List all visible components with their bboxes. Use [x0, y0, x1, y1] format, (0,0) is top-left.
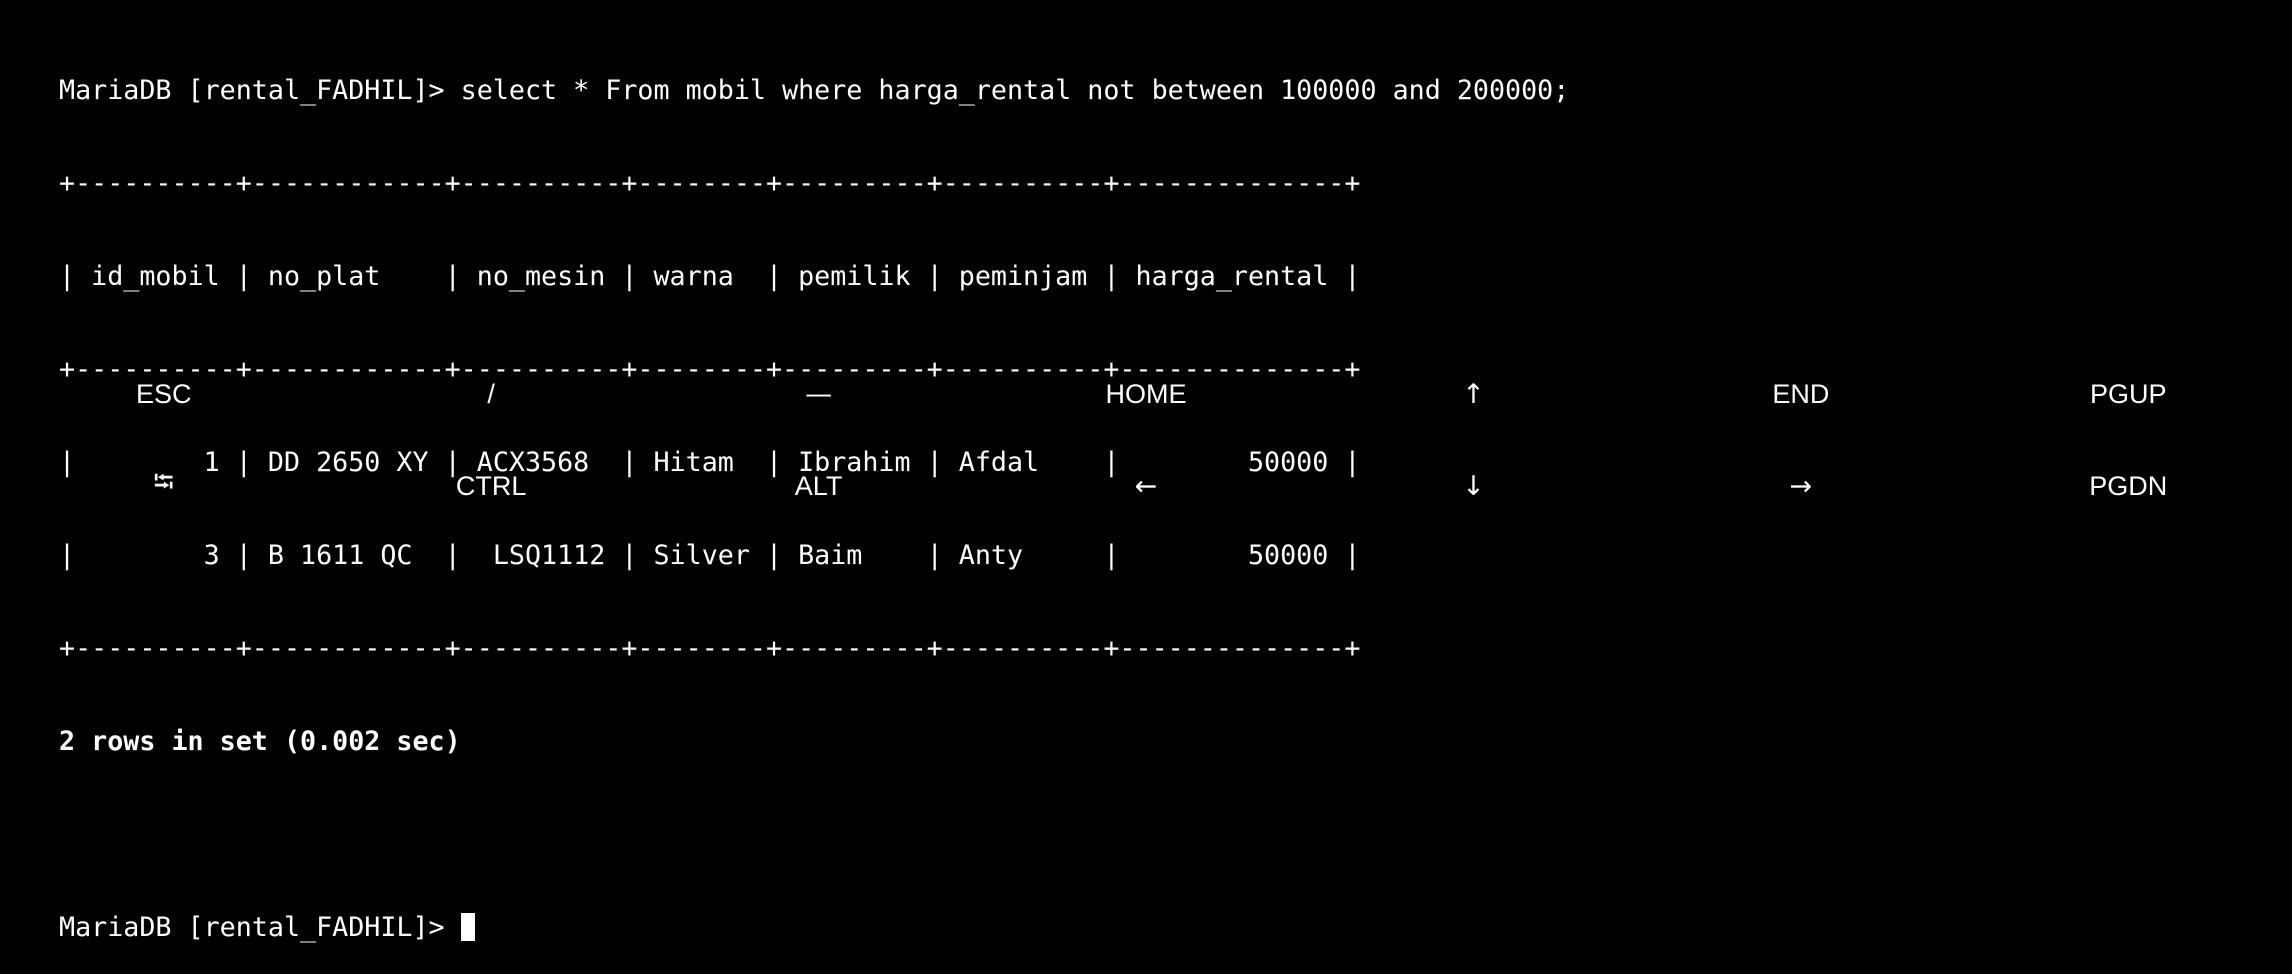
prompt-text: MariaDB [rental_FADHIL]> [59, 912, 461, 943]
home-key[interactable]: HOME [982, 348, 1309, 440]
table-border-bottom: +----------+------------+----------+----… [59, 633, 1361, 664]
arrow-up-icon[interactable]: ↑ [1310, 348, 1637, 440]
tab-icon[interactable]: ⭾ [0, 440, 327, 532]
arrow-down-icon[interactable]: ↓ [1310, 440, 1637, 532]
extra-keys-bar: ESC / — HOME ↑ END PGUP ⭾ CTRL ALT ← ↓ →… [0, 348, 2292, 532]
page-up-key[interactable]: PGUP [1965, 348, 2292, 440]
prompt-line[interactable]: MariaDB [rental_FADHIL]> [59, 912, 2259, 943]
arrow-right-icon[interactable]: → [1637, 440, 1964, 532]
page-down-key[interactable]: PGDN [1965, 440, 2292, 532]
text-cursor [460, 913, 475, 941]
table-border-top: +----------+------------+----------+----… [59, 168, 1361, 199]
ctrl-key[interactable]: CTRL [327, 440, 654, 532]
alt-key[interactable]: ALT [655, 440, 982, 532]
command-line: MariaDB [rental_FADHIL]> select * From m… [59, 75, 1570, 106]
end-key[interactable]: END [1637, 348, 1964, 440]
result-summary: 2 rows in set (0.002 sec) [59, 726, 461, 757]
terminal-output[interactable]: MariaDB [rental_FADHIL]> select * From m… [59, 13, 2259, 943]
table-header: | id_mobil | no_plat | no_mesin | warna … [59, 261, 1361, 292]
esc-key[interactable]: ESC [0, 348, 327, 440]
arrow-left-icon[interactable]: ← [982, 440, 1309, 532]
table-row: | 3 | B 1611 QC | LSQ1112 | Silver | Bai… [59, 540, 1361, 571]
dash-key[interactable]: — [655, 348, 982, 440]
slash-key[interactable]: / [327, 348, 654, 440]
